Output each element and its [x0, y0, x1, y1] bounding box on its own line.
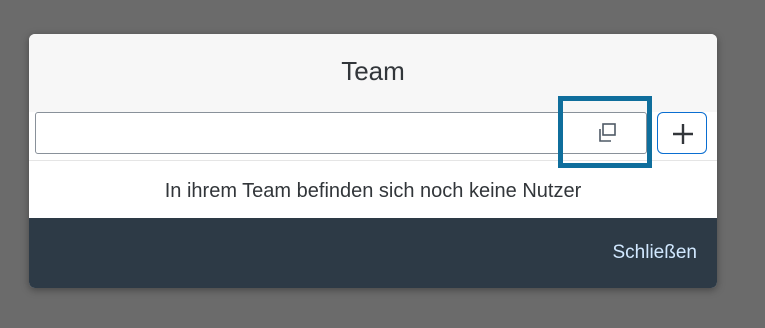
dialog-title: Team [341, 56, 405, 86]
team-dialog: Team In ihrem Team befinden sich noch ke… [29, 34, 717, 288]
dialog-footer: Schließen [29, 218, 717, 288]
value-help-icon[interactable] [596, 122, 618, 144]
add-user-button[interactable] [657, 112, 707, 154]
close-button[interactable]: Schließen [613, 238, 698, 268]
team-search-input[interactable] [35, 112, 647, 154]
add-icon [673, 124, 693, 144]
empty-team-message: In ihrem Team befinden sich noch keine N… [164, 180, 582, 202]
